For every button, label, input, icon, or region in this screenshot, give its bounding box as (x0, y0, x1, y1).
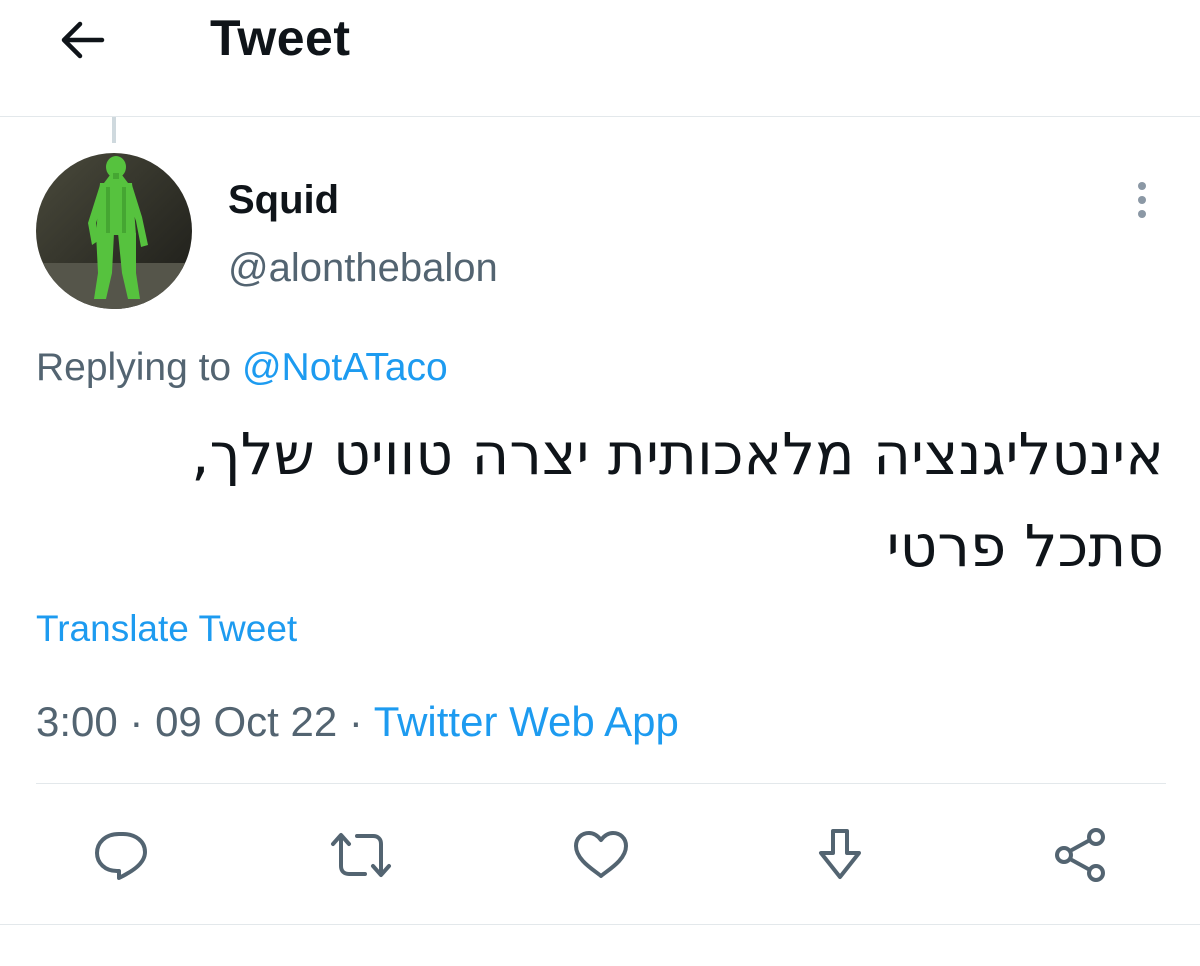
divider (36, 783, 1166, 784)
tweet-date[interactable]: 09 Oct 22 (155, 698, 337, 745)
comment-bubble-icon (95, 832, 147, 880)
tweet-metadata: 3:00 · 09 Oct 22 · Twitter Web App (36, 692, 679, 752)
top-bar: Tweet (0, 0, 1200, 117)
share-icon (1055, 828, 1105, 882)
page-title: Tweet (210, 10, 351, 66)
tweet-time[interactable]: 3:00 (36, 698, 118, 745)
tweet-text-line: אינטליגנציה מלאכותית יצרה טוויט שלך, (191, 420, 1164, 488)
display-name[interactable]: Squid (228, 172, 339, 228)
translate-tweet-link[interactable]: Translate Tweet (36, 602, 297, 656)
back-button[interactable] (52, 12, 112, 68)
reply-mention-link[interactable]: @NotATaco (242, 346, 448, 389)
avatar[interactable] (36, 153, 192, 309)
action-bar (0, 820, 1200, 890)
tweet-source-link[interactable]: Twitter Web App (374, 698, 679, 745)
meta-separator: · (117, 698, 156, 745)
arrow-left-icon (61, 21, 105, 59)
more-options-button[interactable] (1118, 176, 1166, 224)
replying-to-label: Replying to (36, 346, 232, 389)
thread-connector-line (112, 117, 116, 143)
reply-button[interactable] (86, 820, 156, 890)
meta-separator: · (337, 698, 374, 745)
more-vertical-icon (1138, 182, 1146, 218)
retweet-icon (331, 833, 391, 877)
avatar-image (36, 153, 192, 309)
heart-icon (574, 831, 628, 878)
user-handle[interactable]: @alonthebalon (228, 240, 498, 296)
share-button[interactable] (1046, 820, 1116, 890)
replying-to-line: Replying to @NotATaco (36, 340, 448, 396)
tweet-text: אינטליגנציה מלאכותית יצרה טוויט שלך, סתכ… (36, 408, 1164, 592)
like-button[interactable] (566, 820, 636, 890)
tweet-text-line: סתכל פרטי (886, 512, 1164, 580)
bookmark-button[interactable] (805, 820, 875, 890)
retweet-button[interactable] (326, 820, 396, 890)
arrow-down-icon (819, 829, 861, 879)
divider (0, 924, 1200, 925)
